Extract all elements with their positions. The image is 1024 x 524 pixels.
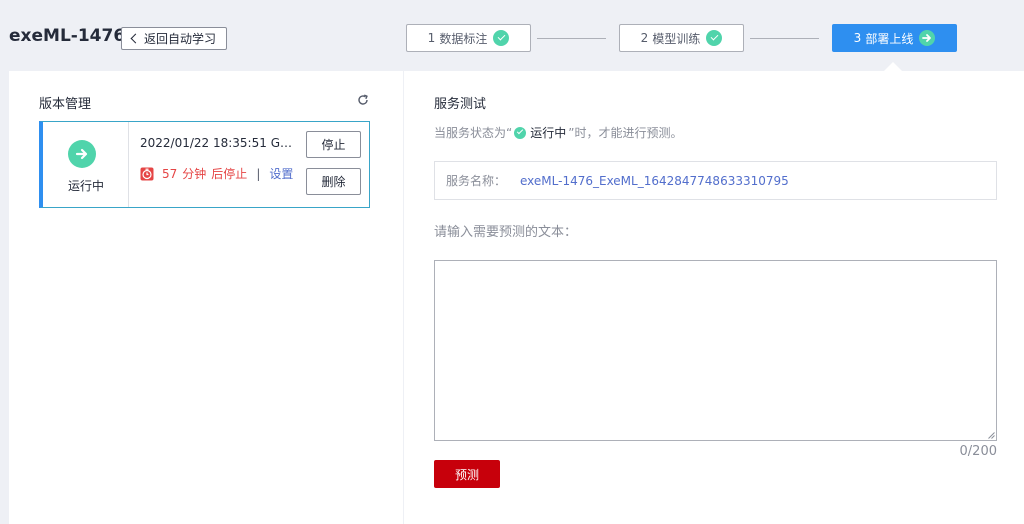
step-number: 1 (427, 31, 436, 45)
service-name-value: exeML-1476_ExeML_1642847748633310795 (520, 173, 789, 188)
prediction-text-input[interactable] (434, 260, 997, 441)
step-connector (537, 38, 606, 39)
service-name-label: 服务名称： (446, 174, 507, 188)
hint-status: 运行中 (530, 126, 567, 140)
section-title: 服务测试 (434, 97, 487, 112)
separator: | (256, 166, 261, 181)
active-step-pointer (884, 62, 902, 71)
version-management-panel: 版本管理 运行中 2022/01/22 18:35:51 GMT+08:00 5… (9, 71, 403, 524)
service-name-box: 服务名称： exeML-1476_ExeML_16428477486333107… (434, 161, 997, 200)
delete-button[interactable]: 删除 (306, 168, 361, 195)
timer-icon (140, 167, 154, 180)
step-connector (750, 38, 819, 39)
status-hint: 当服务状态为“ 运行中 ”时，才能进行预测。 (434, 124, 682, 141)
refresh-icon[interactable] (357, 94, 369, 106)
step-deployment[interactable]: 3 部署上线 (832, 24, 957, 52)
char-count: 0/200 (959, 444, 997, 459)
step-data-labeling[interactable]: 1 数据标注 (406, 24, 531, 52)
status-label: 运行中 (67, 179, 104, 193)
stop-button[interactable]: 停止 (306, 131, 361, 158)
step-label: 模型训练 (652, 31, 701, 46)
input-label: 请输入需要预测的文本： (434, 225, 578, 240)
hint-suffix: ”时，才能进行预测。 (568, 126, 683, 140)
countdown-suffix: 后停止 (211, 167, 248, 181)
step-number: 3 (853, 31, 862, 45)
chevron-left-icon (130, 33, 141, 44)
panel-title: 版本管理 (39, 97, 92, 112)
check-icon (706, 30, 723, 46)
predict-button[interactable]: 预测 (434, 460, 500, 488)
step-label: 部署上线 (865, 31, 914, 46)
version-timestamp: 2022/01/22 18:35:51 GMT+08:00 (140, 136, 297, 150)
countdown-value: 57 (162, 166, 178, 181)
back-button-label: 返回自动学习 (144, 32, 217, 46)
top-bar: exeML-1476 返回自动学习 1 数据标注 2 模型训练 3 部署上线 (0, 0, 1024, 71)
step-model-training[interactable]: 2 模型训练 (619, 24, 744, 52)
step-label: 数据标注 (439, 31, 488, 46)
service-test-panel: 服务测试 当服务状态为“ 运行中 ”时，才能进行预测。 服务名称： exeML-… (404, 71, 1024, 524)
hint-prefix: 当服务状态为“ (434, 126, 513, 140)
back-to-automl-button[interactable]: 返回自动学习 (121, 27, 227, 50)
settings-link[interactable]: 设置 (269, 165, 293, 182)
page-title: exeML-1476 (9, 26, 126, 46)
card-status-area: 运行中 (43, 122, 129, 207)
version-card[interactable]: 运行中 2022/01/22 18:35:51 GMT+08:00 57 分钟 … (39, 121, 370, 208)
step-number: 2 (640, 31, 649, 45)
stop-countdown: 57 分钟 后停止 | 设置 (140, 165, 293, 182)
arrow-right-icon (919, 30, 936, 46)
check-icon (493, 30, 510, 46)
arrow-right-icon (68, 140, 96, 168)
check-icon (514, 126, 527, 139)
countdown-unit: 分钟 (182, 167, 207, 181)
resize-grip-icon[interactable] (988, 432, 995, 439)
